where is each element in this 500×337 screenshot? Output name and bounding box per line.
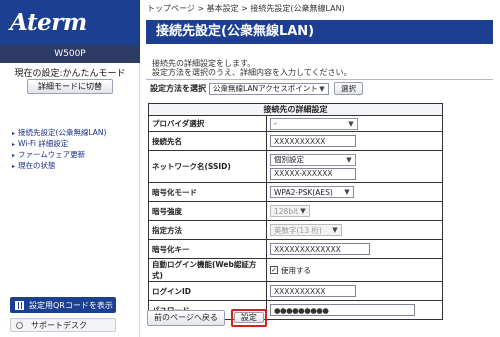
bullet-icon: ▸ [12,130,16,137]
set-button[interactable]: 設定 [233,312,264,323]
nav-item-connection[interactable]: ▸ 接続先設定(公衆無線LAN) [12,128,106,139]
settings-table-header: 接続先の詳細設定 [148,103,443,116]
key-format-value: 英数字(13 桁) [274,225,322,235]
table-row: 暗号強度 128bit ▼ [148,201,443,221]
set-button-highlight: 設定 [230,309,267,327]
side-nav: ▸ 接続先設定(公衆無線LAN) ▸ Wi-Fi 詳細設定 ▸ ファームウェア更新 ▸… [12,128,106,172]
method-select[interactable]: 公衆無線LANアクセスポイント ▼ [209,82,329,95]
support-desk-button[interactable]: サポートデスク [10,318,116,332]
footer-buttons: 前のページへ戻る 設定 [147,309,267,327]
bullet-icon: ▸ [12,152,16,159]
encryption-key-label: 暗号化キー [148,239,267,259]
breadcrumb: トップページ > 基本設定 > 接続先設定(公衆無線LAN) [147,4,345,13]
nav-item-label: ファームウェア更新 [18,150,86,159]
chevron-down-icon: ▼ [348,119,354,128]
page-title: 接続先設定(公衆無線LAN) [146,20,493,44]
chevron-down-icon: ▼ [319,84,325,93]
table-row: 暗号化キー XXXXXXXXXXXXX [148,239,443,259]
chevron-down-icon: ▼ [300,207,306,215]
aterm-logo: Aterm [10,9,87,36]
auto-login-checkbox[interactable]: ✓ 使用する [270,265,311,276]
table-row: 自動ログイン機能(Web認証方式) ✓ 使用する [148,258,443,282]
provider-label: プロバイダ選択 [148,115,267,132]
chevron-down-icon: ▼ [344,188,350,196]
ssid-select-value: 個別設定 [274,155,304,164]
current-mode-text: 現在の設定:かんたんモード [14,69,126,79]
nav-item-label: 接続先設定(公衆無線LAN) [18,128,107,137]
back-button[interactable]: 前のページへ戻る [147,310,225,326]
key-format-select: 英数字(13 桁) ▼ [270,224,342,236]
intro-line: 設定方法を選択のうえ、詳細内容を入力してください。 [152,68,352,77]
table-row: ログインID XXXXXXXXXX [148,281,443,301]
table-row: 暗号化モード WPA2-PSK(AES) ▼ [148,182,443,202]
connection-name-label: 接続先名 [148,131,267,151]
auto-login-value: 使用する [281,265,311,275]
key-format-label: 指定方法 [148,220,267,240]
settings-table: 接続先の詳細設定 プロバイダ選択 - ▼ 接続先名 XXXXXXXXXX ネット… [148,103,443,320]
table-row: 接続先名 XXXXXXXXXX [148,131,443,151]
sidebar: Aterm W500P 現在の設定:かんたんモード 詳細モードに切替 ▸ 接続先設… [0,0,140,337]
connection-name-input[interactable]: XXXXXXXXXX [270,135,356,147]
ssid-input[interactable]: XXXXX-XXXXXX [270,167,356,180]
support-icon [16,321,23,329]
intro-line: 接続先の詳細設定をします。 [152,59,256,68]
method-row: 設定方法を選択 公衆無線LANアクセスポイント ▼ 選択 [150,81,363,96]
page: Aterm W500P 現在の設定:かんたんモード 詳細モードに切替 ▸ 接続先設… [0,0,500,337]
auto-login-label: 自動ログイン機能(Web認証方式) [148,258,267,282]
encryption-mode-select[interactable]: WPA2-PSK(AES) ▼ [270,186,354,198]
ssid-select[interactable]: 個別設定 ▼ [270,153,356,166]
divider [146,79,493,80]
bullet-icon: ▸ [12,141,16,148]
provider-select-value: - [274,119,277,128]
support-button-label: サポートデスク [31,320,87,330]
table-row: ネットワーク名(SSID) 個別設定 ▼ XXXXX-XXXXXX [148,150,443,183]
method-select-value: 公衆無線LANアクセスポイント [213,84,318,93]
nav-item-label: Wi-Fi 詳細設定 [18,139,69,148]
qr-button-label: 設定用QRコードを表示 [29,300,113,310]
method-label: 設定方法を選択 [150,84,206,93]
table-row: 指定方法 英数字(13 桁) ▼ [148,220,443,240]
encryption-strength-select: 128bit ▼ [270,205,310,217]
chevron-down-icon: ▼ [332,226,338,234]
password-input[interactable]: ●●●●●●●●● [270,304,415,316]
chevron-down-icon: ▼ [346,155,352,164]
login-id-input[interactable]: XXXXXXXXXX [270,285,356,297]
table-row: プロバイダ選択 - ▼ [148,115,443,132]
checkmark-icon: ✓ [270,266,278,274]
intro-text: 接続先の詳細設定をします。 設定方法を選択のうえ、詳細内容を入力してください。 [152,59,352,77]
encryption-strength-value: 128bit [274,206,299,216]
nav-item-status[interactable]: ▸ 現在の状態 [12,161,106,172]
bullet-icon: ▸ [12,163,16,170]
encryption-mode-label: 暗号化モード [148,182,267,202]
nav-item-firmware[interactable]: ▸ ファームウェア更新 [12,150,106,161]
login-id-label: ログインID [148,281,267,301]
encryption-mode-value: WPA2-PSK(AES) [274,187,333,197]
encryption-strength-label: 暗号強度 [148,201,267,221]
encryption-key-input[interactable]: XXXXXXXXXXXXX [270,243,370,255]
qr-code-icon [15,300,24,310]
model-name: W500P [0,45,140,63]
nav-item-label: 現在の状態 [18,161,56,170]
logo-area: Aterm [0,0,140,45]
ssid-label: ネットワーク名(SSID) [148,150,267,183]
switch-detail-mode-button[interactable]: 詳細モードに切替 [27,79,113,94]
select-button[interactable]: 選択 [334,82,363,95]
show-qr-code-button[interactable]: 設定用QRコードを表示 [10,297,116,313]
nav-item-wifi-detail[interactable]: ▸ Wi-Fi 詳細設定 [12,139,106,150]
provider-select[interactable]: - ▼ [270,117,358,130]
